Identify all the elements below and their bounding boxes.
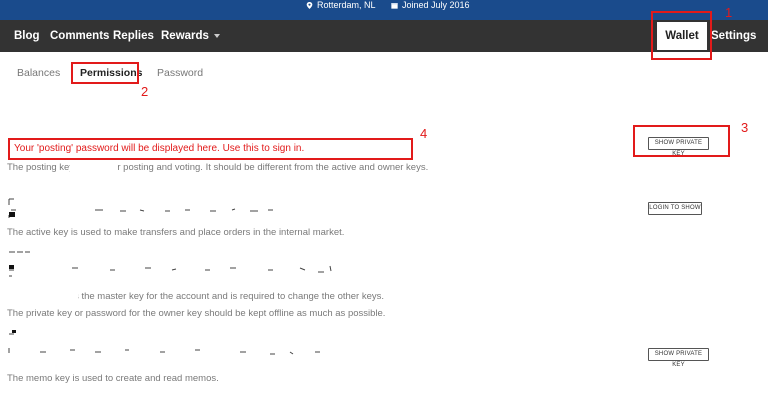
annotation-number-1: 1 <box>725 5 733 20</box>
annotation-number-2: 2 <box>141 84 149 99</box>
annotation-box-permissions <box>71 62 139 84</box>
annotation-box-wallet <box>651 11 712 60</box>
annotation-number-4: 4 <box>420 126 428 141</box>
annotation-box-password-notice <box>8 138 413 160</box>
annotation-number-3: 3 <box>741 120 749 135</box>
annotation-box-show-key <box>633 125 730 157</box>
